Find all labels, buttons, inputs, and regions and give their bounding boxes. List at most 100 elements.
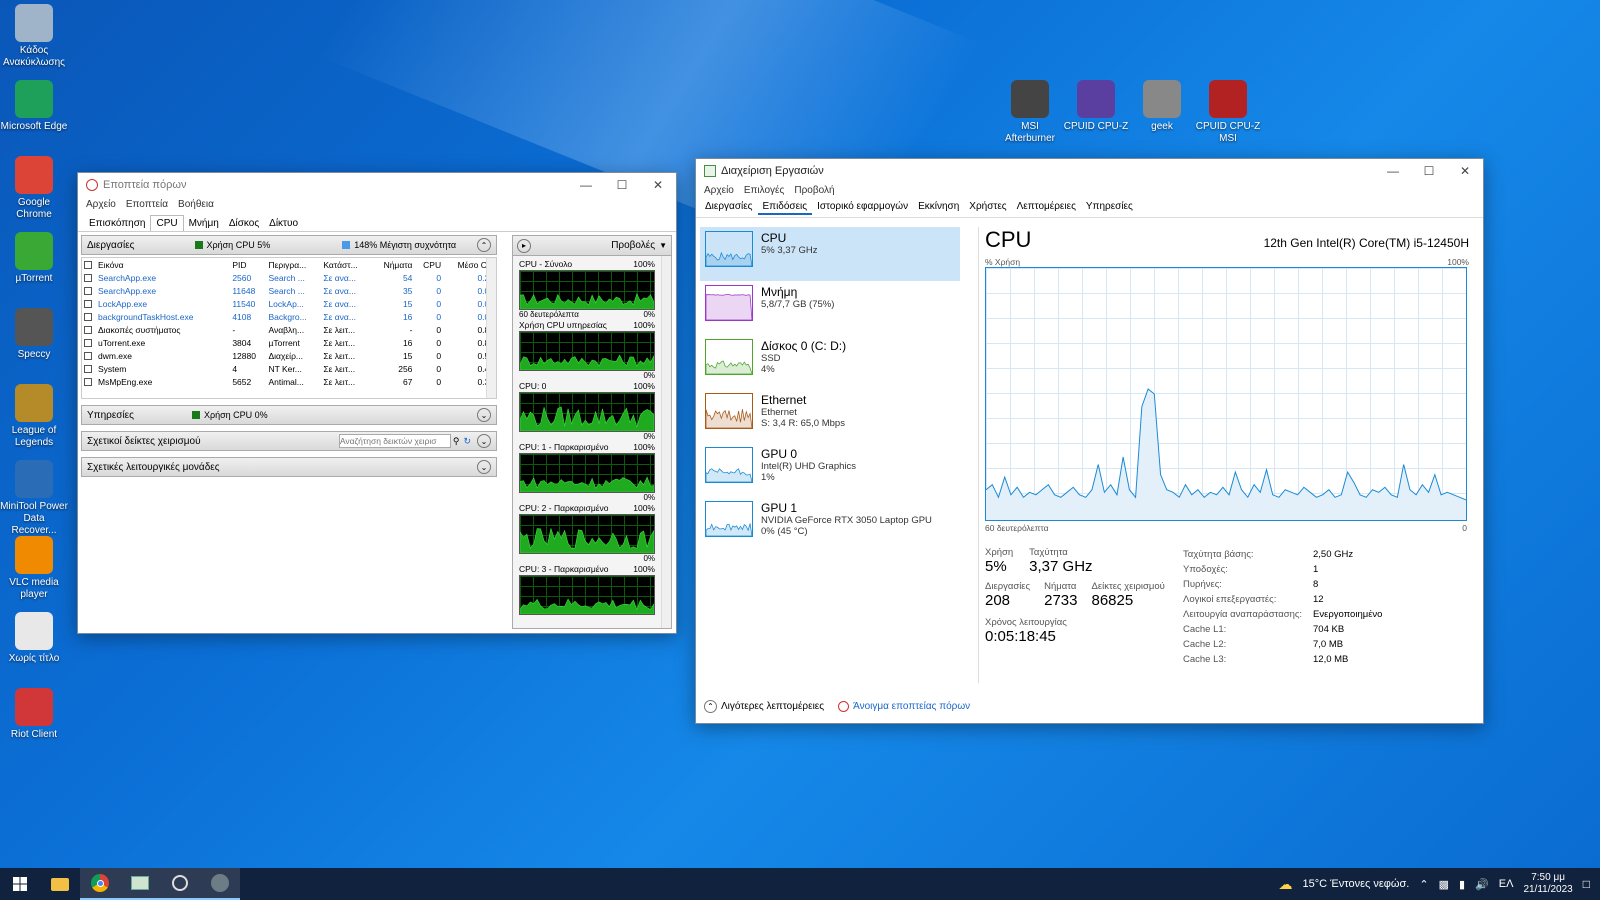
taskmgr-tab[interactable]: Ιστορικό εφαρμογών	[812, 200, 913, 215]
row-checkbox[interactable]	[84, 352, 92, 361]
menu-item[interactable]: Επιλογές	[744, 185, 784, 196]
row-checkbox[interactable]	[84, 287, 92, 296]
taskmgr-tab[interactable]: Εκκίνηση	[913, 200, 964, 215]
notifications-icon[interactable]: □	[1583, 877, 1590, 891]
chevron-up-icon[interactable]: ⌃	[1419, 878, 1428, 891]
start-button[interactable]	[0, 868, 40, 900]
weather-text[interactable]: 15°C Έντονες νεφώσ.	[1303, 878, 1410, 890]
column-header[interactable]: CPU	[414, 258, 443, 271]
perf-sidebar-item[interactable]: CPU 5% 3,37 GHz	[700, 227, 960, 281]
select-all-checkbox[interactable]	[84, 261, 92, 270]
taskmgr-tab[interactable]: Επιδόσεις	[757, 200, 813, 215]
search-icon[interactable]: ⚲	[453, 436, 460, 447]
column-header[interactable]: Κατάστ...	[321, 258, 371, 271]
resmon-titlebar[interactable]: Εποπτεία πόρων — ☐ ✕	[78, 173, 676, 197]
handles-search-input[interactable]	[338, 434, 451, 448]
table-row[interactable]: uTorrent.exe3804µTorrentΣε λειτ...1600.8…	[82, 336, 496, 349]
menu-item[interactable]: Αρχείο	[704, 185, 734, 196]
task-manager-window[interactable]: Διαχείριση Εργασιών — ☐ ✕ Αρχείο Επιλογές…	[695, 158, 1484, 724]
row-checkbox[interactable]	[84, 326, 92, 335]
desktop-icon[interactable]: geek	[1128, 80, 1196, 133]
desktop-icon[interactable]: CPUID CPU-Z MSI	[1194, 80, 1262, 145]
perf-sidebar-item[interactable]: Μνήμη 5,8/7,7 GB (75%)	[700, 281, 960, 335]
taskmgr-tab[interactable]: Διεργασίες	[700, 200, 758, 215]
graphs-scrollbar[interactable]	[661, 256, 671, 628]
table-row[interactable]: System4NT Ker...Σε λειτ...25600.41	[82, 362, 496, 375]
language-indicator[interactable]: ΕΛ	[1499, 878, 1514, 890]
desktop-icon[interactable]: Κάδος Ανακύκλωσης	[0, 4, 68, 69]
taskmgr-titlebar[interactable]: Διαχείριση Εργασιών — ☐ ✕	[696, 159, 1483, 183]
resmon-tab[interactable]: CPU	[150, 215, 184, 231]
maximize-button[interactable]: ☐	[604, 173, 640, 197]
close-button[interactable]: ✕	[640, 173, 676, 197]
expand-icon[interactable]: ⌄	[477, 434, 491, 448]
table-row[interactable]: Διακοπές συστήματος - Αναβλη... Σε λειτ... -…	[82, 323, 496, 336]
pane-toggle-icon[interactable]: ▸	[517, 238, 531, 253]
row-checkbox[interactable]	[84, 378, 92, 387]
volume-icon[interactable]: 🔊	[1475, 878, 1489, 891]
processes-scrollbar[interactable]	[486, 258, 496, 398]
handles-section-header[interactable]: Σχετικοί δείκτες χειρισμού ⚲ ↻ ⌄	[81, 431, 497, 451]
desktop-icon[interactable]: Riot Client	[0, 688, 68, 741]
taskmgr-taskbar-button[interactable]	[120, 868, 160, 900]
desktop-icon[interactable]: Speccy	[0, 308, 68, 361]
views-button[interactable]: Προβολές	[611, 240, 655, 251]
resource-monitor-window[interactable]: Εποπτεία πόρων — ☐ ✕ Αρχείο Εποπτεία Βοήθε…	[77, 172, 677, 634]
desktop-icon[interactable]: µTorrent	[0, 232, 68, 285]
menu-item[interactable]: Εποπτεία	[126, 199, 168, 210]
resmon-tab[interactable]: Δίσκος	[224, 216, 264, 231]
close-button[interactable]: ✕	[1447, 159, 1483, 183]
perf-sidebar-item[interactable]: GPU 0 Intel(R) UHD Graphics 1%	[700, 443, 960, 497]
row-checkbox[interactable]	[84, 274, 92, 283]
column-header[interactable]: Εικόνα	[82, 258, 230, 271]
table-row[interactable]: LockApp.exe11540LockAp...Σε ανα...1500.0…	[82, 297, 496, 310]
table-row[interactable]: SearchApp.exe2560Search ...Σε ανα...5400…	[82, 271, 496, 284]
afterburner-taskbar-button[interactable]	[200, 868, 240, 900]
desktop-icon[interactable]: MSI Afterburner	[996, 80, 1064, 145]
modules-section-header[interactable]: Σχετικές λειτουργικές μονάδες ⌄	[81, 457, 497, 477]
table-row[interactable]: MsMpEng.exe5652Antimal...Σε λειτ...6700.…	[82, 375, 496, 388]
taskmgr-tab[interactable]: Λεπτομέρειες	[1012, 200, 1081, 215]
refresh-icon[interactable]: ↻	[463, 436, 471, 447]
resmon-tab[interactable]: Δίκτυο	[264, 216, 303, 231]
desktop-icon[interactable]: CPUID CPU-Z	[1062, 80, 1130, 133]
row-checkbox[interactable]	[84, 300, 92, 309]
desktop-icon[interactable]: Microsoft Edge	[0, 80, 68, 133]
chrome-taskbar-button[interactable]	[80, 868, 120, 900]
column-header[interactable]: PID	[230, 258, 266, 271]
minimize-button[interactable]: —	[568, 173, 604, 197]
table-row[interactable]: SearchApp.exe 11648 Search ... Σε ανα... 35 0…	[82, 284, 496, 297]
desktop-icon[interactable]: MiniTool Power Data Recover...	[0, 460, 68, 537]
battery-icon[interactable]: ▮	[1459, 878, 1465, 891]
desktop-icon[interactable]: League of Legends	[0, 384, 68, 449]
collapse-icon[interactable]: ⌃	[477, 238, 491, 252]
services-section-header[interactable]: Υπηρεσίες Χρήση CPU 0% ⌄	[81, 405, 497, 425]
desktop-icon[interactable]: Google Chrome	[0, 156, 68, 221]
perf-sidebar-item[interactable]: Δίσκος 0 (C: D:) SSD 4%	[700, 335, 960, 389]
maximize-button[interactable]: ☐	[1411, 159, 1447, 183]
menu-item[interactable]: Αρχείο	[86, 199, 116, 210]
taskmgr-tab[interactable]: Υπηρεσίες	[1081, 200, 1138, 215]
row-checkbox[interactable]	[84, 313, 92, 322]
row-checkbox[interactable]	[84, 365, 92, 374]
desktop-icon[interactable]: VLC media player	[0, 536, 68, 601]
processes-section-header[interactable]: Διεργασίες Χρήση CPU 5% 148% Μέγιστη συχ…	[81, 235, 497, 255]
views-dropdown-icon[interactable]: ▼	[659, 241, 667, 250]
resmon-taskbar-button[interactable]	[160, 868, 200, 900]
network-icon[interactable]: ▩	[1439, 878, 1449, 891]
table-row[interactable]: dwm.exe12880Διαχείρ...Σε λειτ...1500.51	[82, 349, 496, 362]
perf-sidebar-item[interactable]: Ethernet Ethernet S: 3,4 R: 65,0 Mbps	[700, 389, 960, 443]
desktop-icon[interactable]: Χωρίς τίτλο	[0, 612, 68, 665]
clock[interactable]: 7:50 μμ 21/11/2023	[1523, 872, 1572, 896]
taskmgr-tab[interactable]: Χρήστες	[964, 200, 1011, 215]
file-explorer-button[interactable]	[40, 868, 80, 900]
column-header[interactable]: Περιγρα...	[266, 258, 321, 271]
expand-icon[interactable]: ⌄	[477, 408, 491, 422]
fewer-details-button[interactable]: ⌃ Λιγότερες λεπτομέρειες	[704, 700, 824, 713]
resmon-tab[interactable]: Επισκόπηση	[84, 216, 150, 231]
column-header[interactable]: Νήματα	[371, 258, 414, 271]
open-resmon-link[interactable]: Άνοιγμα εποπτείας πόρων	[838, 701, 970, 712]
menu-item[interactable]: Βοήθεια	[178, 199, 214, 210]
perf-sidebar-item[interactable]: GPU 1 NVIDIA GeForce RTX 3050 Laptop GPU 0…	[700, 497, 960, 551]
row-checkbox[interactable]	[84, 339, 92, 348]
